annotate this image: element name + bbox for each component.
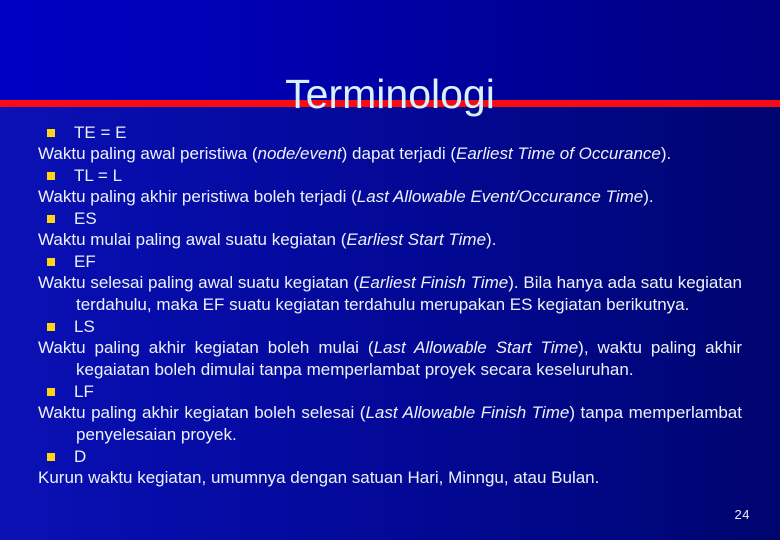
term-description-emphasis: Last Allowable Finish Time bbox=[365, 403, 570, 422]
term-description-emphasis: Last Allowable Event/Occurance Time bbox=[356, 187, 644, 206]
term-description-emphasis: Last Allowable Start Time bbox=[373, 338, 579, 357]
term-heading: LF bbox=[38, 381, 742, 402]
term-description: Kurun waktu kegiatan, umumnya dengan sat… bbox=[38, 467, 742, 489]
term-description-emphasis: node/event bbox=[257, 144, 342, 163]
term-label: LF bbox=[74, 382, 94, 401]
term-description-emphasis: Earliest Finish Time bbox=[359, 273, 509, 292]
square-bullet-icon bbox=[47, 258, 55, 266]
term-description-run: ). bbox=[486, 230, 497, 249]
term-block: D Kurun waktu kegiatan, umumnya dengan sa… bbox=[38, 446, 742, 489]
square-bullet-icon bbox=[47, 453, 55, 461]
term-description-run: Waktu selesai paling awal suatu kegiatan… bbox=[38, 273, 360, 292]
term-label: TE = E bbox=[74, 123, 127, 142]
term-label: D bbox=[74, 447, 87, 466]
term-description-run: Kurun waktu kegiatan, umumnya dengan sat… bbox=[38, 468, 600, 487]
slide-canvas: Terminologi TE = E Waktu paling awal peri… bbox=[0, 0, 780, 540]
page-number: 24 bbox=[734, 507, 750, 522]
term-heading: ES bbox=[38, 208, 742, 229]
page-title: Terminologi bbox=[285, 71, 495, 118]
term-description-run: Waktu paling akhir kegiatan boleh mulai … bbox=[38, 338, 374, 357]
term-description: Waktu selesai paling awal suatu kegiatan… bbox=[38, 272, 742, 316]
term-block: LS Waktu paling akhir kegiatan boleh mula… bbox=[38, 316, 742, 381]
term-description: Waktu mulai paling awal suatu kegiatan (… bbox=[38, 229, 742, 251]
term-heading: TE = E bbox=[38, 122, 742, 143]
term-description-run: Waktu paling akhir kegiatan boleh selesa… bbox=[38, 403, 366, 422]
term-block: ES Waktu mulai paling awal suatu kegiatan… bbox=[38, 208, 742, 251]
term-description: Waktu paling awal peristiwa (node/event)… bbox=[38, 143, 742, 165]
term-description-run: Waktu mulai paling awal suatu kegiatan ( bbox=[38, 230, 347, 249]
term-heading: EF bbox=[38, 251, 742, 272]
term-description-emphasis: Earliest Time of Occurance bbox=[456, 144, 661, 163]
term-block: EF Waktu selesai paling awal suatu kegiat… bbox=[38, 251, 742, 316]
term-heading: D bbox=[38, 446, 742, 467]
square-bullet-icon bbox=[47, 215, 55, 223]
term-description: Waktu paling akhir kegiatan boleh mulai … bbox=[38, 337, 742, 381]
term-block: TE = E Waktu paling awal peristiwa (node/… bbox=[38, 122, 742, 165]
term-description: Waktu paling akhir peristiwa boleh terja… bbox=[38, 186, 742, 208]
term-block: TL = L Waktu paling akhir peristiwa boleh… bbox=[38, 165, 742, 208]
term-label: LS bbox=[74, 317, 95, 336]
term-label: EF bbox=[74, 252, 96, 271]
square-bullet-icon bbox=[47, 388, 55, 396]
term-description-run: ) dapat terjadi ( bbox=[341, 144, 456, 163]
term-description: Waktu paling akhir kegiatan boleh selesa… bbox=[38, 402, 742, 446]
term-description-emphasis: Earliest Start Time bbox=[346, 230, 487, 249]
term-label: ES bbox=[74, 209, 97, 228]
term-description-run: ). bbox=[643, 187, 654, 206]
term-description-run: ). bbox=[660, 144, 672, 163]
term-heading: TL = L bbox=[38, 165, 742, 186]
term-block: LF Waktu paling akhir kegiatan boleh sele… bbox=[38, 381, 742, 446]
square-bullet-icon bbox=[47, 323, 55, 331]
term-description-run: Waktu paling awal peristiwa ( bbox=[38, 144, 258, 163]
terminology-list: TE = E Waktu paling awal peristiwa (node/… bbox=[38, 122, 742, 489]
square-bullet-icon bbox=[47, 172, 55, 180]
term-description-run: Waktu paling akhir peristiwa boleh terja… bbox=[38, 187, 357, 206]
term-heading: LS bbox=[38, 316, 742, 337]
term-label: TL = L bbox=[74, 166, 123, 185]
square-bullet-icon bbox=[47, 129, 55, 137]
